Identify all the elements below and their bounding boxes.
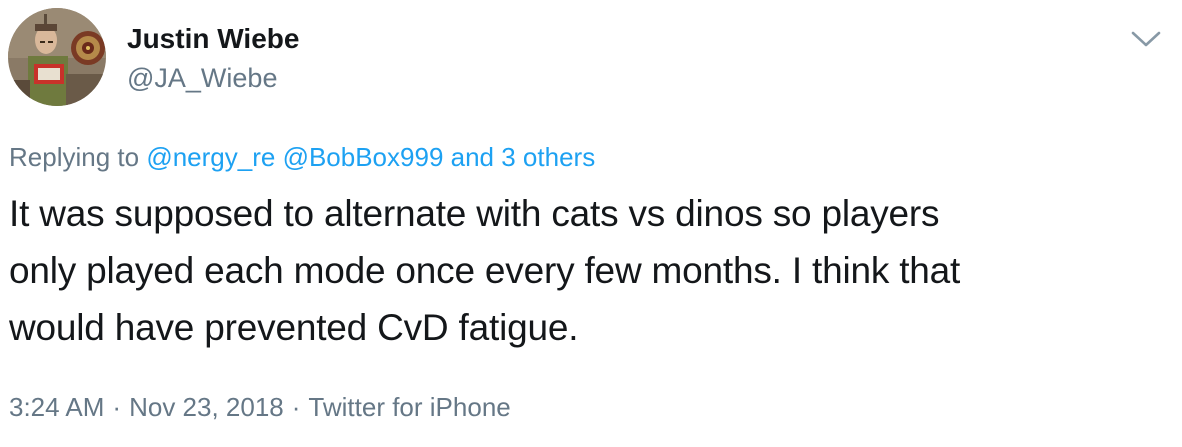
avatar[interactable] — [8, 8, 106, 106]
mention-nergy-re[interactable]: @nergy_re — [146, 142, 275, 172]
avatar-image — [8, 8, 106, 106]
author-handle[interactable]: @JA_Wiebe — [127, 61, 277, 95]
mention-bobbox999[interactable]: @BobBox999 — [283, 142, 444, 172]
tweet-card: Justin Wiebe @JA_Wiebe Replying to @nerg… — [0, 0, 1182, 447]
tweet-text: It was supposed to alternate with cats v… — [9, 193, 961, 348]
meta-separator: · — [291, 392, 301, 422]
tweet-date[interactable]: Nov 23, 2018 — [129, 392, 284, 422]
author-display-name[interactable]: Justin Wiebe — [127, 22, 299, 56]
tweet-source[interactable]: Twitter for iPhone — [308, 392, 510, 422]
replying-to-line: Replying to @nergy_re @BobBox999 and 3 o… — [9, 140, 595, 174]
chevron-down-icon[interactable] — [1128, 26, 1164, 52]
tweet-metadata: 3:24 AM · Nov 23, 2018 · Twitter for iPhone — [9, 390, 511, 424]
mention-others-link[interactable]: and 3 others — [451, 142, 596, 172]
replying-to-label: Replying to — [9, 142, 140, 172]
tweet-time[interactable]: 3:24 AM — [9, 392, 104, 422]
meta-separator: · — [112, 392, 122, 422]
